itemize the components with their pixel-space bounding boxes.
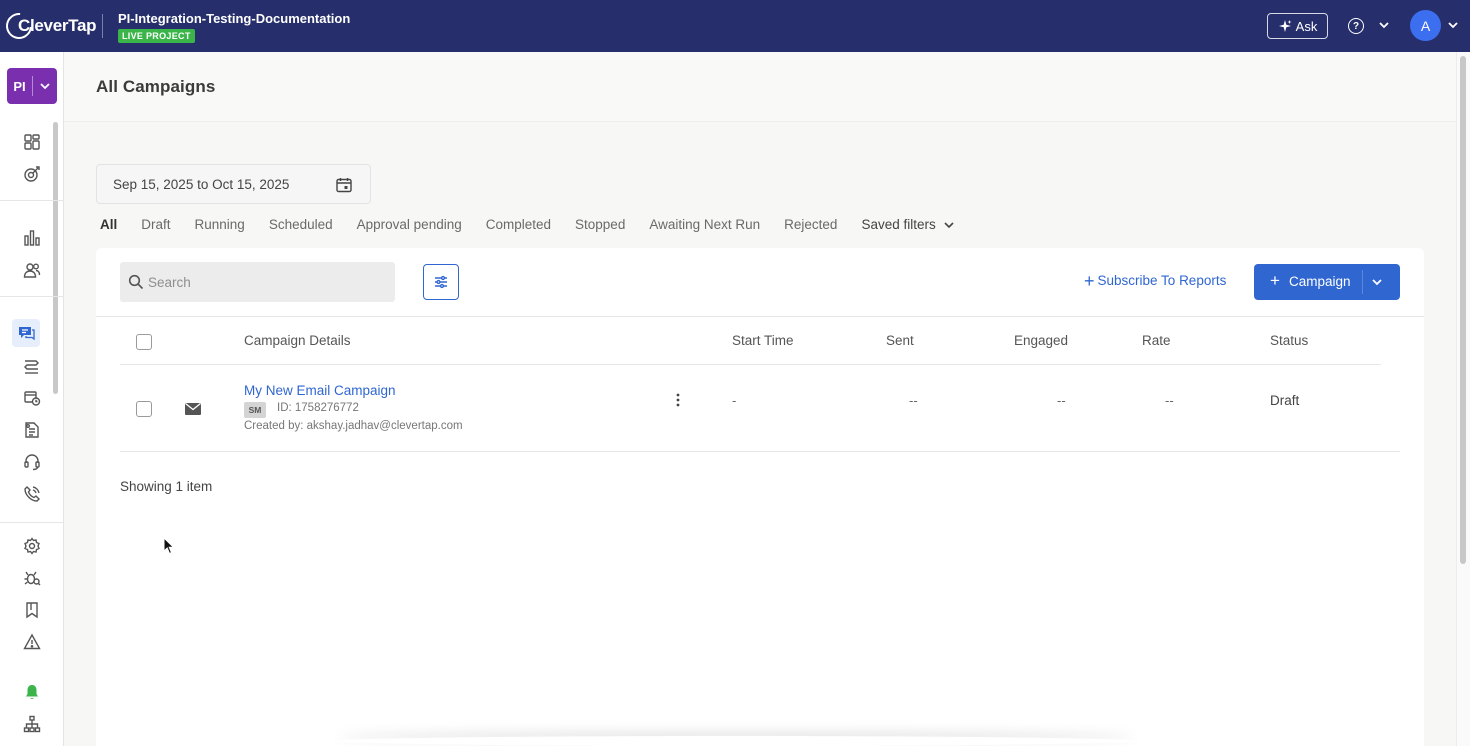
- bookmark-icon[interactable]: [20, 598, 44, 622]
- page-header: All Campaigns: [64, 52, 1456, 122]
- support-icon[interactable]: [20, 450, 44, 474]
- tab-completed[interactable]: Completed: [486, 217, 551, 232]
- campaign-name-link[interactable]: My New Email Campaign: [244, 383, 396, 398]
- campaign-button-label: Campaign: [1289, 274, 1351, 289]
- project-initials: PI: [13, 78, 26, 94]
- date-range-value: Sep 15, 2025 to Oct 15, 2025: [113, 177, 290, 192]
- plus-icon: +: [1270, 271, 1280, 290]
- column-header-rate[interactable]: Rate: [1142, 333, 1171, 348]
- project-switcher[interactable]: PI: [7, 68, 57, 104]
- sidebar: PI: [0, 52, 64, 746]
- chevron-down-icon[interactable]: [1446, 18, 1460, 32]
- divider: [0, 296, 64, 297]
- journeys-icon[interactable]: [20, 354, 44, 378]
- logo-text: CleverTap: [18, 16, 97, 35]
- live-project-badge: LIVE PROJECT: [118, 29, 195, 43]
- create-campaign-button[interactable]: + Campaign: [1254, 264, 1400, 300]
- tab-approval-pending[interactable]: Approval pending: [357, 217, 462, 232]
- sliders-icon: [435, 275, 447, 289]
- users-icon[interactable]: [20, 258, 44, 282]
- column-header-engaged[interactable]: Engaged: [1014, 333, 1068, 348]
- main-scrollbar[interactable]: [1460, 56, 1466, 564]
- user-avatar[interactable]: A: [1410, 10, 1441, 41]
- select-all-checkbox[interactable]: [136, 334, 152, 350]
- campaign-id: ID: 1758276772: [277, 402, 359, 414]
- debug-icon[interactable]: [20, 566, 44, 590]
- divider: [102, 14, 103, 38]
- calendar-icon: [336, 178, 352, 193]
- search-icon: [128, 274, 144, 290]
- ask-button[interactable]: Ask: [1267, 13, 1328, 39]
- dashboard-icon[interactable]: [20, 130, 44, 154]
- campaigns-icon[interactable]: [12, 319, 40, 347]
- notification-bell-icon[interactable]: [20, 680, 44, 704]
- saved-filters-label: Saved filters: [861, 217, 936, 232]
- more-options-icon[interactable]: [674, 392, 682, 408]
- call-icon[interactable]: [20, 482, 44, 506]
- tab-scheduled[interactable]: Scheduled: [269, 217, 333, 232]
- chevron-down-icon: [944, 221, 954, 228]
- tab-all[interactable]: All: [100, 217, 117, 232]
- email-icon: [185, 402, 201, 415]
- engaged-cell: --: [1057, 393, 1066, 408]
- start-time-cell: -: [732, 393, 737, 408]
- chevron-down-icon: [33, 68, 57, 104]
- mouse-cursor-icon: [163, 537, 175, 555]
- campaigns-card: + Subscribe To Reports + Campaign Campai…: [96, 248, 1424, 746]
- divider: [0, 200, 64, 201]
- divider: [120, 364, 1381, 365]
- tab-awaiting-next-run[interactable]: Awaiting Next Run: [649, 217, 760, 232]
- pagination-summary: Showing 1 item: [120, 479, 213, 494]
- ask-label: Ask: [1295, 18, 1318, 34]
- date-range-picker[interactable]: Sep 15, 2025 to Oct 15, 2025: [96, 164, 371, 204]
- sidebar-scrollbar[interactable]: [53, 122, 58, 394]
- column-header-campaign-details[interactable]: Campaign Details: [244, 333, 351, 348]
- bottom-shadow: [336, 736, 1136, 746]
- rate-cell: --: [1165, 393, 1174, 408]
- campaign-type-badge: SM: [244, 402, 266, 418]
- settings-icon[interactable]: [20, 534, 44, 558]
- row-checkbox[interactable]: [136, 401, 152, 417]
- top-bar: CleverTap PI-Integration-Testing-Documen…: [0, 0, 1470, 52]
- column-header-start-time[interactable]: Start Time: [732, 333, 794, 348]
- sent-cell: --: [909, 393, 918, 408]
- column-header-sent[interactable]: Sent: [886, 333, 914, 348]
- search-box: [120, 262, 395, 302]
- divider: [0, 522, 64, 523]
- status-tabs: All Draft Running Scheduled Approval pen…: [100, 217, 980, 232]
- sparkle-icon: [1278, 20, 1292, 32]
- saved-filters-dropdown[interactable]: Saved filters: [861, 217, 955, 232]
- divider: [120, 451, 1400, 452]
- divider: [96, 316, 1424, 317]
- subscribe-label: Subscribe To Reports: [1097, 273, 1227, 288]
- hierarchy-icon[interactable]: [20, 712, 44, 736]
- chevron-down-icon[interactable]: [1370, 275, 1384, 289]
- alert-icon[interactable]: [20, 630, 44, 654]
- chevron-down-icon[interactable]: [1377, 18, 1391, 32]
- tab-draft[interactable]: Draft: [141, 217, 170, 232]
- tab-rejected[interactable]: Rejected: [784, 217, 837, 232]
- bar-chart-icon[interactable]: [20, 226, 44, 250]
- campaign-creator: Created by: akshay.jadhav@clevertap.com: [244, 420, 463, 432]
- status-cell: Draft: [1270, 393, 1300, 408]
- search-input[interactable]: [148, 262, 388, 302]
- column-header-status[interactable]: Status: [1270, 333, 1308, 348]
- tab-stopped[interactable]: Stopped: [575, 217, 625, 232]
- analytics-target-icon[interactable]: [20, 162, 44, 186]
- schedule-icon[interactable]: [20, 386, 44, 410]
- plus-icon: +: [1084, 270, 1095, 291]
- subscribe-to-reports-link[interactable]: + Subscribe To Reports: [1084, 270, 1227, 291]
- help-icon[interactable]: ?: [1348, 18, 1364, 34]
- clevertap-logo[interactable]: CleverTap: [0, 7, 97, 45]
- divider: [1362, 270, 1363, 294]
- tab-running[interactable]: Running: [195, 217, 245, 232]
- filter-button[interactable]: [423, 264, 459, 300]
- project-name: PI-Integration-Testing-Documentation: [118, 11, 351, 26]
- page-title: All Campaigns: [96, 77, 216, 96]
- catalog-icon[interactable]: [20, 418, 44, 442]
